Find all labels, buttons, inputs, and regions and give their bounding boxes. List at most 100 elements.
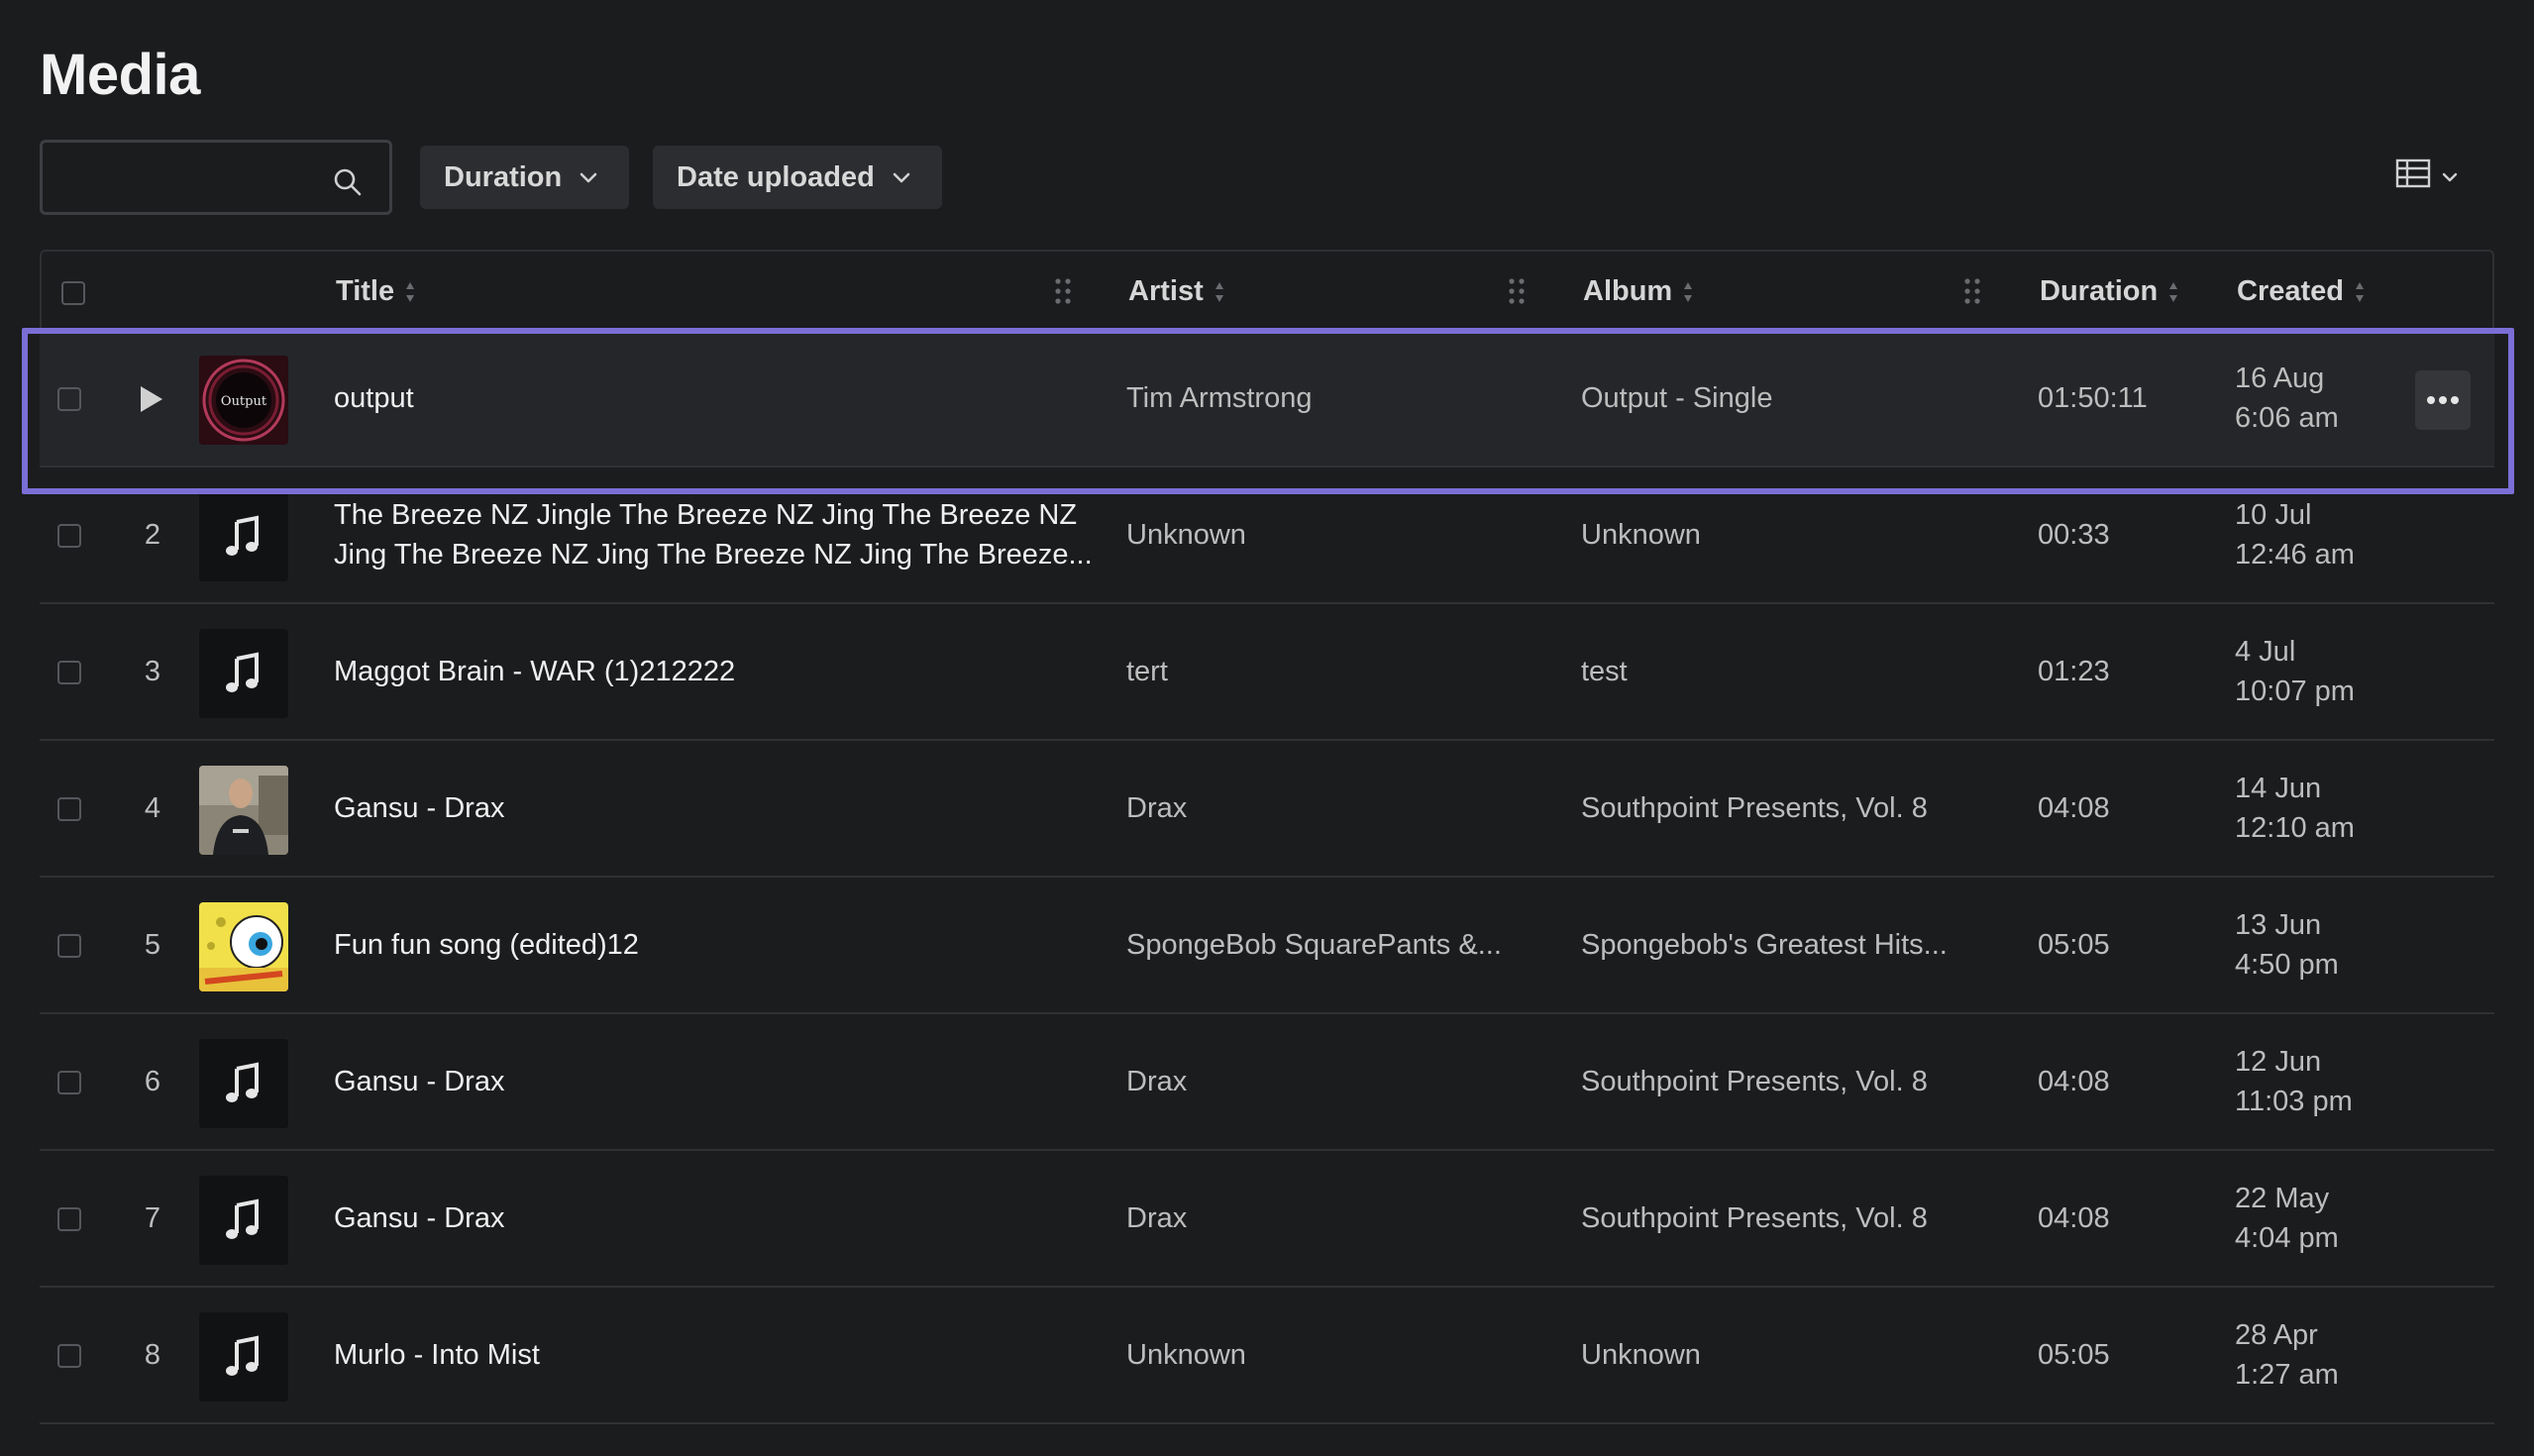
created-cell: 10 Jul 12:46 am <box>2235 495 2355 574</box>
view-toggle-button[interactable] <box>2395 158 2459 188</box>
column-header-title[interactable]: Title <box>336 275 416 308</box>
created-time: 1:27 am <box>2235 1359 2339 1391</box>
sort-icon <box>1684 281 1693 302</box>
column-resize-handle-icon[interactable] <box>1507 276 1527 306</box>
title-cell: The Breeze NZ Jingle The Breeze NZ Jing … <box>334 495 1093 574</box>
title-cell: Fun fun song (edited)12 <box>334 929 639 961</box>
artist-cell: Drax <box>1126 1066 1188 1097</box>
column-resize-handle-icon[interactable] <box>1053 276 1073 306</box>
music-note-icon <box>199 629 288 718</box>
row-checkbox[interactable] <box>57 797 81 821</box>
column-header-album-label: Album <box>1583 275 1673 307</box>
row-number: 6 <box>144 1066 161 1097</box>
table-view-icon <box>2395 158 2431 188</box>
table-row[interactable]: 3 Maggot Brain - WAR (1)212222 tert test… <box>40 604 2494 741</box>
table-row[interactable]: Output output Tim Armstrong Output - Sin… <box>40 331 2494 468</box>
title-cell: Gansu - Drax <box>334 792 505 824</box>
sort-icon <box>406 281 415 302</box>
album-art <box>199 766 288 855</box>
album-cell: test <box>1581 656 1628 687</box>
created-date: 12 Jun <box>2235 1046 2322 1078</box>
select-all-checkbox[interactable] <box>61 281 85 305</box>
media-page: Media Duration Date uploaded Title Artis… <box>0 0 2534 1456</box>
sort-icon <box>2356 281 2364 302</box>
column-header-duration-label: Duration <box>2040 275 2159 307</box>
column-resize-handle-icon[interactable] <box>1962 276 1982 306</box>
row-checkbox[interactable] <box>57 1071 81 1094</box>
created-cell: 13 Jun 4:50 pm <box>2235 905 2339 985</box>
duration-cell: 05:05 <box>2038 929 2110 961</box>
created-time: 11:03 pm <box>2235 1086 2353 1117</box>
column-header-album[interactable]: Album <box>1583 275 1694 308</box>
artist-cell: Drax <box>1126 792 1188 824</box>
music-note-icon <box>199 1039 288 1128</box>
created-cell: 22 May 4:04 pm <box>2235 1179 2339 1258</box>
column-header-artist[interactable]: Artist <box>1128 275 1225 308</box>
table-row[interactable]: 4 Gansu - Drax Drax Southpoint Presents,… <box>40 741 2494 878</box>
title-cell: output <box>334 382 414 414</box>
created-cell: 12 Jun 11:03 pm <box>2235 1042 2353 1121</box>
date-uploaded-filter-button[interactable]: Date uploaded <box>653 146 942 209</box>
album-art <box>199 492 288 581</box>
duration-cell: 04:08 <box>2038 1202 2110 1234</box>
music-note-icon <box>199 1312 288 1402</box>
row-number: 2 <box>144 519 161 551</box>
album-cell: Southpoint Presents, Vol. 8 <box>1581 792 1928 824</box>
created-time: 4:04 pm <box>2235 1222 2339 1254</box>
artist-cell: Tim Armstrong <box>1126 382 1313 414</box>
album-cell: Southpoint Presents, Vol. 8 <box>1581 1202 1928 1234</box>
album-art <box>199 629 288 718</box>
created-cell: 4 Jul 10:07 pm <box>2235 632 2355 711</box>
column-header-created[interactable]: Created <box>2237 275 2366 308</box>
album-art: Output <box>199 356 288 445</box>
title-cell: Murlo - Into Mist <box>334 1339 540 1371</box>
music-note-icon <box>199 492 288 581</box>
media-table: Title Artist Album Duration Created Outp… <box>40 250 2494 1424</box>
album-cell: Spongebob's Greatest Hits... <box>1581 929 1948 961</box>
created-date: 14 Jun <box>2235 773 2322 804</box>
table-row[interactable]: 2 The Breeze NZ Jingle The Breeze NZ Jin… <box>40 468 2494 604</box>
date-uploaded-filter-label: Date uploaded <box>677 160 875 193</box>
artist-cell: SpongeBob SquarePants &... <box>1126 929 1502 961</box>
chevron-down-icon <box>893 172 910 183</box>
album-cell: Unknown <box>1581 519 1701 551</box>
row-number: 7 <box>144 1202 161 1234</box>
page-title: Media <box>40 43 200 107</box>
chevron-down-icon <box>2442 172 2458 182</box>
search-icon[interactable] <box>332 166 364 198</box>
created-date: 4 Jul <box>2235 636 2296 668</box>
album-cell: Southpoint Presents, Vol. 8 <box>1581 1066 1928 1097</box>
duration-filter-button[interactable]: Duration <box>420 146 629 209</box>
row-checkbox[interactable] <box>57 661 81 684</box>
duration-cell: 04:08 <box>2038 792 2110 824</box>
row-number: 4 <box>144 792 161 824</box>
table-row[interactable]: 8 Murlo - Into Mist Unknown Unknown 05:0… <box>40 1288 2494 1424</box>
column-header-duration[interactable]: Duration <box>2040 275 2179 308</box>
table-row[interactable]: 7 Gansu - Drax Drax Southpoint Presents,… <box>40 1151 2494 1288</box>
more-options-button[interactable] <box>2415 370 2471 430</box>
duration-cell: 01:50:11 <box>2038 382 2148 414</box>
column-header-created-label: Created <box>2237 275 2344 307</box>
search-input[interactable] <box>58 156 340 202</box>
created-time: 12:46 am <box>2235 539 2355 571</box>
artist-cell: tert <box>1126 656 1168 687</box>
column-header-title-label: Title <box>336 275 395 307</box>
search-box[interactable] <box>40 140 392 215</box>
duration-cell: 05:05 <box>2038 1339 2110 1371</box>
duration-cell: 00:33 <box>2038 519 2110 551</box>
row-checkbox[interactable] <box>57 387 81 411</box>
row-checkbox[interactable] <box>57 1207 81 1231</box>
row-checkbox[interactable] <box>57 934 81 958</box>
created-cell: 16 Aug 6:06 am <box>2235 359 2339 438</box>
table-row[interactable]: 5 Fun fun song (edited)12 SpongeBob Squa… <box>40 878 2494 1014</box>
title-cell: Gansu - Drax <box>334 1066 505 1097</box>
table-row[interactable]: 6 Gansu - Drax Drax Southpoint Presents,… <box>40 1014 2494 1151</box>
album-art <box>199 1039 288 1128</box>
album-art <box>199 1176 288 1265</box>
title-cell: Maggot Brain - WAR (1)212222 <box>334 656 736 687</box>
created-date: 13 Jun <box>2235 909 2322 941</box>
play-icon[interactable] <box>133 381 168 417</box>
title-line: The Breeze NZ Jingle The Breeze NZ Jing … <box>334 499 1078 531</box>
row-checkbox[interactable] <box>57 524 81 548</box>
row-checkbox[interactable] <box>57 1344 81 1368</box>
